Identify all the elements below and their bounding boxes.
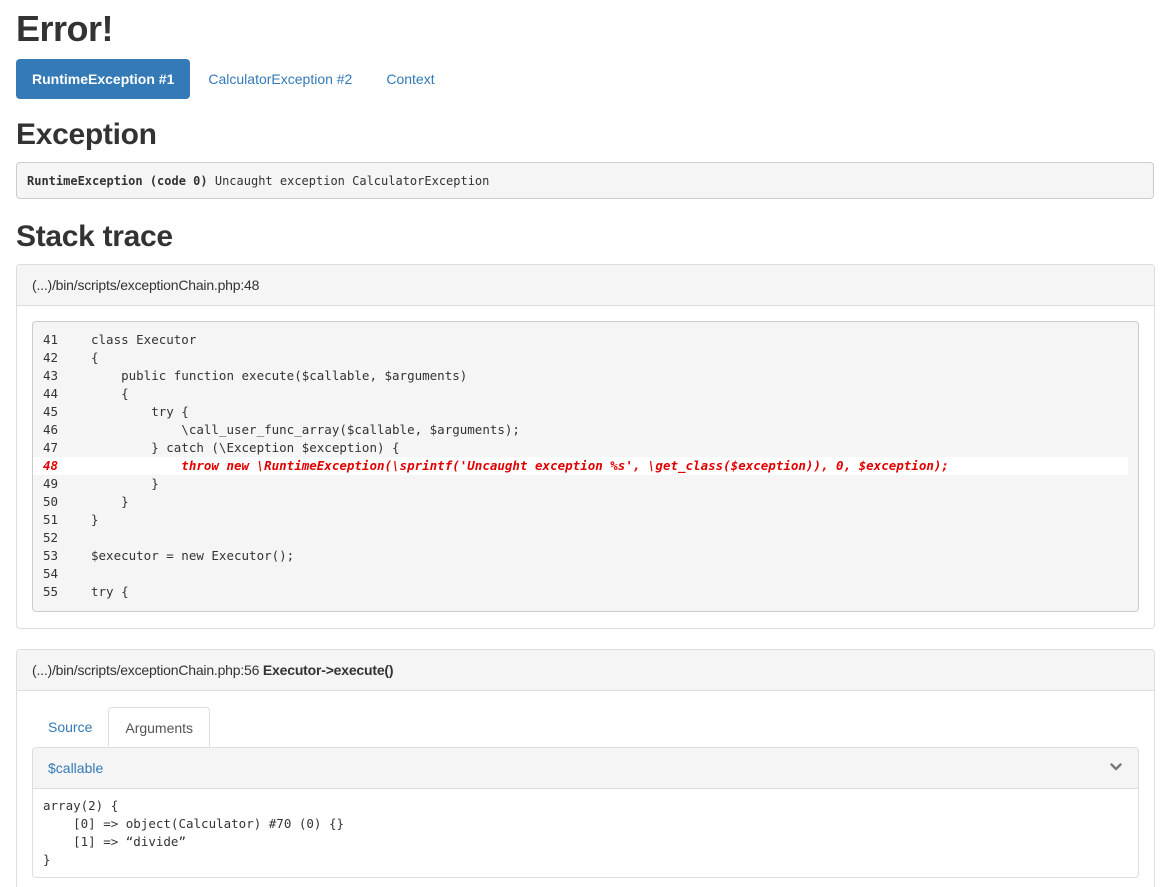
code-line: 53 $executor = new Executor(); [33, 547, 1138, 565]
code-line: 44 { [33, 385, 1138, 403]
tab-arguments[interactable]: Arguments [108, 707, 211, 747]
line-number: 49 [43, 476, 59, 491]
stack-frame-2: (...)/bin/scripts/exceptionChain.php:56 … [16, 649, 1155, 887]
tab-source[interactable]: Source [32, 707, 108, 747]
line-code: $executor = new Executor(); [91, 548, 295, 563]
line-number: 48 [43, 458, 59, 473]
line-code: \call_user_func_array($callable, $argume… [91, 422, 520, 437]
code-line: 47 } catch (\Exception $exception) { [33, 439, 1138, 457]
line-code: } [91, 476, 159, 491]
line-number: 41 [43, 332, 59, 347]
line-number: 45 [43, 404, 59, 419]
stack-frame-1: (...)/bin/scripts/exceptionChain.php:48 … [16, 264, 1155, 629]
line-code: throw new \RuntimeException(\sprintf('Un… [91, 458, 949, 473]
code-line: 41 class Executor [33, 331, 1138, 349]
code-line: 55 try { [33, 583, 1138, 601]
stack-frame-heading[interactable]: (...)/bin/scripts/exceptionChain.php:56 … [17, 650, 1154, 691]
argument-panel: $callable array(2) { [0] => object(Calcu… [32, 747, 1139, 878]
frame-tabs: Source Arguments [32, 707, 211, 747]
line-code: } [91, 512, 99, 527]
line-code: try { [91, 404, 189, 419]
code-line: 46 \call_user_func_array($callable, $arg… [33, 421, 1138, 439]
line-code: public function execute($callable, $argu… [91, 368, 468, 383]
chevron-down-icon[interactable] [1110, 761, 1122, 773]
source-code-block: 41 class Executor 42 {43 public function ex… [32, 321, 1139, 612]
code-line: 54 [33, 565, 1138, 583]
frame-location: (...)/bin/scripts/exceptionChain.php:48 [32, 277, 260, 293]
exception-heading: Exception [16, 118, 157, 151]
exception-class-code: RuntimeException (code 0) [27, 174, 208, 188]
line-number: 55 [43, 584, 59, 599]
line-code: try { [91, 584, 129, 599]
code-line: 52 [33, 529, 1138, 547]
argument-heading[interactable]: $callable [33, 748, 1138, 789]
code-line: 42 { [33, 349, 1138, 367]
exception-message: Uncaught exception CalculatorException [207, 174, 490, 188]
frame-location: (...)/bin/scripts/exceptionChain.php:56 [32, 662, 260, 678]
exception-tabs: RuntimeException #1 CalculatorException … [16, 59, 451, 99]
line-number: 51 [43, 512, 59, 527]
code-line: 45 try { [33, 403, 1138, 421]
line-code: { [91, 350, 99, 365]
line-code: class Executor [91, 332, 197, 347]
error-page: Error! RuntimeException #1 CalculatorExc… [0, 0, 1171, 887]
argument-value-line: [1] => “divide” [43, 834, 186, 849]
frame-call: Executor->execute() [262, 662, 394, 678]
stack-frame-heading[interactable]: (...)/bin/scripts/exceptionChain.php:48 [17, 265, 1154, 306]
stack-trace-heading: Stack trace [16, 220, 173, 253]
code-line: 43 public function execute($callable, $a… [33, 367, 1138, 385]
line-number: 53 [43, 548, 59, 563]
line-number: 42 [43, 350, 59, 365]
tab-calculator-exception[interactable]: CalculatorException #2 [192, 59, 368, 99]
line-number: 54 [43, 566, 59, 581]
code-line: 51} [33, 511, 1138, 529]
tab-context[interactable]: Context [370, 59, 450, 99]
code-line: 50 } [33, 493, 1138, 511]
code-line-highlighted: 48 throw new \RuntimeException(\sprintf(… [33, 457, 1128, 475]
argument-value-line: } [43, 852, 51, 867]
line-number: 50 [43, 494, 59, 509]
line-number: 47 [43, 440, 59, 455]
page-title: Error! [16, 8, 114, 49]
line-number: 43 [43, 368, 59, 383]
line-code: } [91, 494, 129, 509]
exception-message-box: RuntimeException (code 0) Uncaught excep… [16, 162, 1154, 199]
argument-value-line: array(2) { [43, 798, 119, 813]
line-number: 52 [43, 530, 59, 545]
line-number: 46 [43, 422, 59, 437]
line-number: 44 [43, 386, 59, 401]
argument-value: array(2) { [0] => object(Calculator) #70… [33, 789, 1138, 877]
argument-value-line: [0] => object(Calculator) #70 (0) {} [43, 816, 345, 831]
line-code: } catch (\Exception $exception) { [91, 440, 400, 455]
line-code: { [91, 386, 129, 401]
tab-runtime-exception[interactable]: RuntimeException #1 [16, 59, 191, 99]
code-line: 49 } [33, 475, 1138, 493]
argument-name: $callable [48, 760, 104, 776]
